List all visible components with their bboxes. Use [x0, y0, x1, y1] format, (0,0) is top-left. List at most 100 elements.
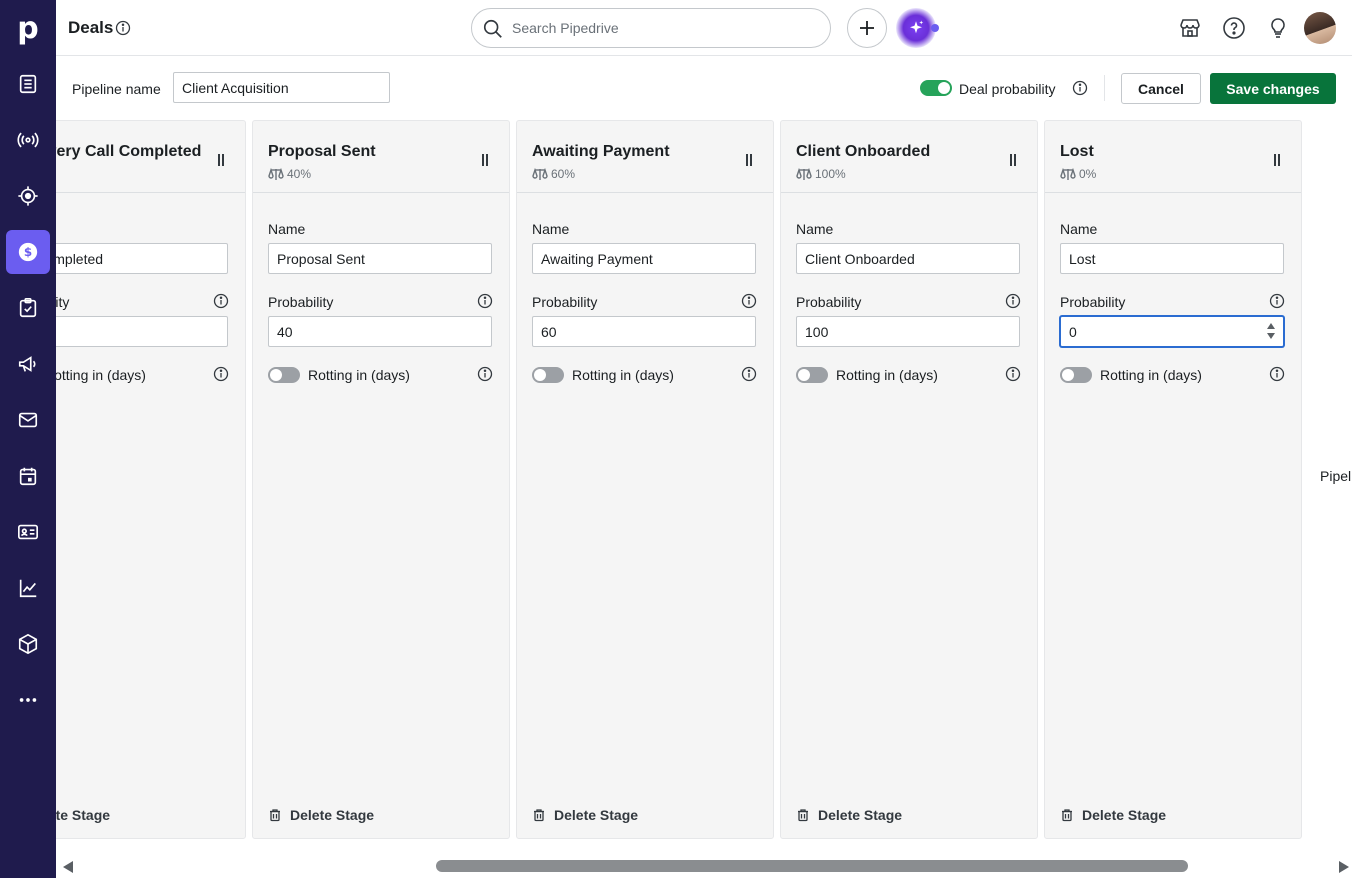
- rotting-label: Rotting in (days): [56, 367, 146, 383]
- lightbulb-icon[interactable]: [1266, 16, 1290, 40]
- trash-icon: [798, 809, 808, 822]
- delete-stage-button[interactable]: Delete Stage: [268, 807, 374, 823]
- info-icon[interactable]: [741, 366, 757, 382]
- rotting-toggle[interactable]: [1060, 367, 1092, 383]
- radio-signal-icon[interactable]: [6, 118, 50, 162]
- stage-probability-badge: 100%: [796, 167, 846, 181]
- box-icon[interactable]: [6, 622, 50, 666]
- top-bar: Deals Search Pipedrive: [56, 0, 1352, 56]
- svg-text:$: $: [24, 245, 32, 259]
- pipedrive-logo[interactable]: p: [0, 0, 56, 56]
- help-icon[interactable]: [1222, 16, 1246, 40]
- task-check-icon[interactable]: [6, 286, 50, 330]
- stage-name-input[interactable]: [796, 243, 1020, 274]
- info-icon[interactable]: [477, 293, 493, 309]
- mail-icon[interactable]: [6, 398, 50, 442]
- info-icon[interactable]: [213, 293, 229, 309]
- rotting-label: Rotting in (days): [572, 367, 674, 383]
- info-icon[interactable]: [1072, 80, 1088, 96]
- deal-probability-toggle[interactable]: [920, 80, 952, 96]
- info-icon[interactable]: [1005, 293, 1021, 309]
- rotting-toggle[interactable]: [796, 367, 828, 383]
- drag-handle-icon[interactable]: [217, 154, 225, 166]
- dollar-icon[interactable]: $: [6, 230, 50, 274]
- rotting-label: Rotting in (days): [1100, 367, 1202, 383]
- name-label: Name: [1060, 221, 1098, 237]
- stage-name-input[interactable]: [56, 243, 228, 274]
- marketplace-icon[interactable]: [1178, 16, 1202, 40]
- stepper-arrows-icon[interactable]: [1266, 322, 1276, 340]
- delete-stage-button[interactable]: Delete Stage: [56, 807, 110, 823]
- more-icon[interactable]: [6, 678, 50, 722]
- delete-stage-button[interactable]: Delete Stage: [796, 807, 902, 823]
- info-icon[interactable]: [1005, 366, 1021, 382]
- info-icon[interactable]: [1269, 366, 1285, 382]
- stage-column: Proposal Sent 40% Name Probability Rotti…: [252, 120, 510, 839]
- stage-header: Discovery Call Completed: [56, 121, 245, 193]
- target-icon[interactable]: [6, 174, 50, 218]
- plus-icon: [860, 21, 874, 35]
- stage-name-input[interactable]: [268, 243, 492, 274]
- scale-icon: [268, 167, 284, 180]
- rotting-toggle[interactable]: [268, 367, 300, 383]
- rotting-label: Rotting in (days): [308, 367, 410, 383]
- probability-input[interactable]: [268, 316, 492, 347]
- info-icon[interactable]: [1269, 293, 1285, 309]
- info-icon[interactable]: [741, 293, 757, 309]
- stage-probability-badge: 0%: [1060, 167, 1096, 181]
- delete-stage-button[interactable]: Delete Stage: [532, 807, 638, 823]
- trash-icon: [270, 809, 280, 822]
- scale-icon: [532, 167, 548, 180]
- stage-column: Client Onboarded 100% Name Probability R…: [780, 120, 1038, 839]
- rotting-toggle[interactable]: [532, 367, 564, 383]
- info-icon[interactable]: [213, 366, 229, 382]
- stage-title: Client Onboarded: [796, 143, 931, 160]
- pipeline-name-input[interactable]: [173, 72, 390, 103]
- leads-inbox-icon[interactable]: [6, 62, 50, 106]
- stage-column: Discovery Call Completed Name Probabilit…: [56, 120, 246, 839]
- probability-input[interactable]: [796, 316, 1020, 347]
- scrollbar-thumb[interactable]: [436, 860, 1188, 872]
- trash-icon: [1062, 809, 1072, 822]
- delete-stage-button[interactable]: Delete Stage: [1060, 807, 1166, 823]
- pipeline-settings-bar: Pipeline name Deal probability Cancel Sa…: [56, 57, 1352, 120]
- search-input[interactable]: Search Pipedrive: [471, 8, 831, 48]
- stage-title: Lost: [1060, 143, 1094, 160]
- stage-name-input[interactable]: [1060, 243, 1284, 274]
- scroll-right-arrow-icon[interactable]: [1339, 861, 1349, 873]
- add-button[interactable]: [847, 8, 887, 48]
- name-label: Name: [532, 221, 570, 237]
- drag-handle-icon[interactable]: [481, 154, 489, 166]
- contacts-card-icon[interactable]: [6, 510, 50, 554]
- stage-column: Awaiting Payment 60% Name Probability Ro…: [516, 120, 774, 839]
- info-icon[interactable]: [477, 366, 493, 382]
- rotting-label: Rotting in (days): [836, 367, 938, 383]
- avatar[interactable]: [1304, 12, 1336, 44]
- stage-probability-badge: 40%: [268, 167, 311, 181]
- info-icon[interactable]: [115, 20, 131, 36]
- deal-probability-label: Deal probability: [959, 81, 1056, 97]
- drag-handle-icon[interactable]: [1273, 154, 1281, 166]
- drag-handle-icon[interactable]: [1009, 154, 1017, 166]
- drag-handle-icon[interactable]: [745, 154, 753, 166]
- probability-label: Probability: [1060, 294, 1126, 310]
- search-icon: [483, 19, 502, 38]
- scale-icon: [796, 167, 812, 180]
- stage-name-input[interactable]: [532, 243, 756, 274]
- stage-title: Discovery Call Completed: [56, 143, 202, 160]
- calendar-icon[interactable]: [6, 454, 50, 498]
- megaphone-icon[interactable]: [6, 342, 50, 386]
- scroll-left-arrow-icon[interactable]: [63, 861, 73, 873]
- probability-input[interactable]: [56, 316, 228, 347]
- probability-input[interactable]: [532, 316, 756, 347]
- probability-input[interactable]: [1060, 316, 1284, 347]
- add-stage-hint[interactable]: Pipel: [1320, 468, 1351, 484]
- save-changes-button[interactable]: Save changes: [1210, 73, 1336, 104]
- horizontal-scrollbar[interactable]: [56, 855, 1352, 878]
- divider: [1104, 75, 1105, 101]
- chart-icon[interactable]: [6, 566, 50, 610]
- cancel-button[interactable]: Cancel: [1121, 73, 1201, 104]
- scale-icon: [1060, 167, 1076, 180]
- ai-assistant-button[interactable]: [896, 8, 936, 48]
- notification-dot: [931, 24, 939, 32]
